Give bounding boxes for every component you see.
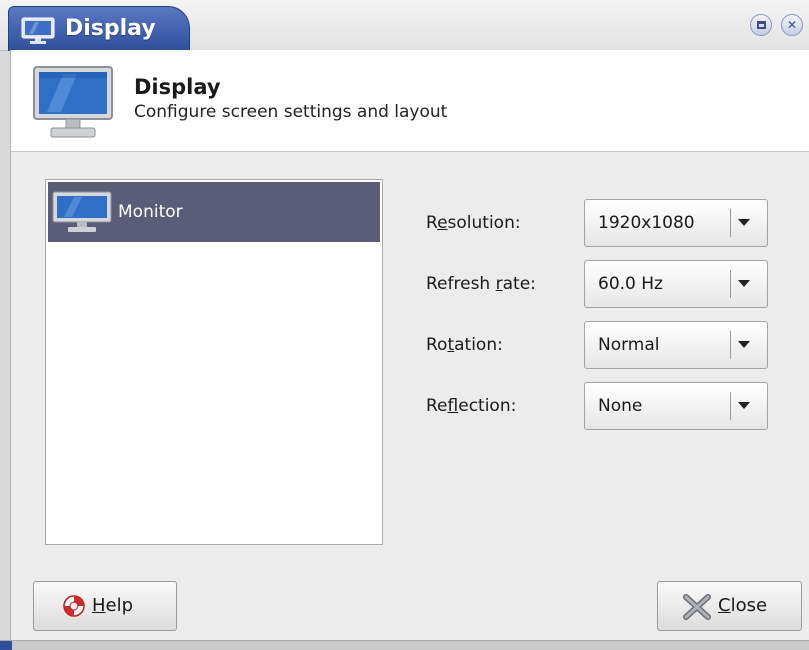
rotation-value: Normal	[598, 335, 660, 355]
refresh-rate-label: Refresh rate:	[426, 274, 536, 294]
resolution-label: Resolution:	[426, 213, 521, 233]
refresh-rate-combo[interactable]: 60.0 Hz	[584, 260, 768, 308]
close-label: Close	[718, 595, 768, 616]
reflection-value: None	[598, 396, 643, 416]
close-window-button[interactable]: ✕	[781, 14, 803, 36]
chevron-down-icon	[738, 341, 750, 348]
close-icon: ✕	[786, 18, 798, 32]
help-button[interactable]: Help	[33, 581, 177, 631]
combo-separator	[730, 270, 731, 298]
lifebuoy-icon	[62, 594, 86, 623]
monitor-icon	[21, 17, 55, 49]
reflection-label: Reflection:	[426, 396, 517, 416]
refresh-rate-value: 60.0 Hz	[598, 274, 663, 294]
header-subtitle: Configure screen settings and layout	[134, 102, 448, 122]
combo-separator	[730, 209, 731, 237]
list-item-monitor[interactable]: Monitor	[48, 182, 380, 242]
chevron-down-icon	[738, 219, 750, 226]
monitor-icon	[52, 191, 112, 237]
monitor-label: Monitor	[118, 202, 183, 222]
window-title: Display	[65, 16, 156, 41]
dialog-body: Display Configure screen settings and la…	[10, 50, 809, 640]
dialog-header: Display Configure screen settings and la…	[11, 50, 809, 152]
monitor-icon	[33, 66, 113, 144]
rotation-label: Rotation:	[426, 335, 503, 355]
close-button[interactable]: Close	[657, 581, 802, 631]
chevron-down-icon	[738, 402, 750, 409]
maximize-icon	[756, 21, 766, 29]
help-label: Help	[92, 595, 134, 616]
maximize-button[interactable]	[750, 14, 772, 36]
window-titlebar[interactable]: Display ✕	[0, 0, 809, 51]
resolution-combo[interactable]: 1920x1080	[584, 199, 768, 247]
combo-separator	[730, 331, 731, 359]
rotation-combo[interactable]: Normal	[584, 321, 768, 369]
header-title: Display	[134, 75, 221, 99]
combo-separator	[730, 392, 731, 420]
chevron-down-icon	[738, 280, 750, 287]
reflection-combo[interactable]: None	[584, 382, 768, 430]
monitor-list[interactable]: Monitor	[45, 179, 383, 545]
window-title-tab[interactable]: Display	[8, 6, 190, 51]
close-x-icon	[682, 594, 712, 625]
resolution-value: 1920x1080	[598, 213, 695, 233]
